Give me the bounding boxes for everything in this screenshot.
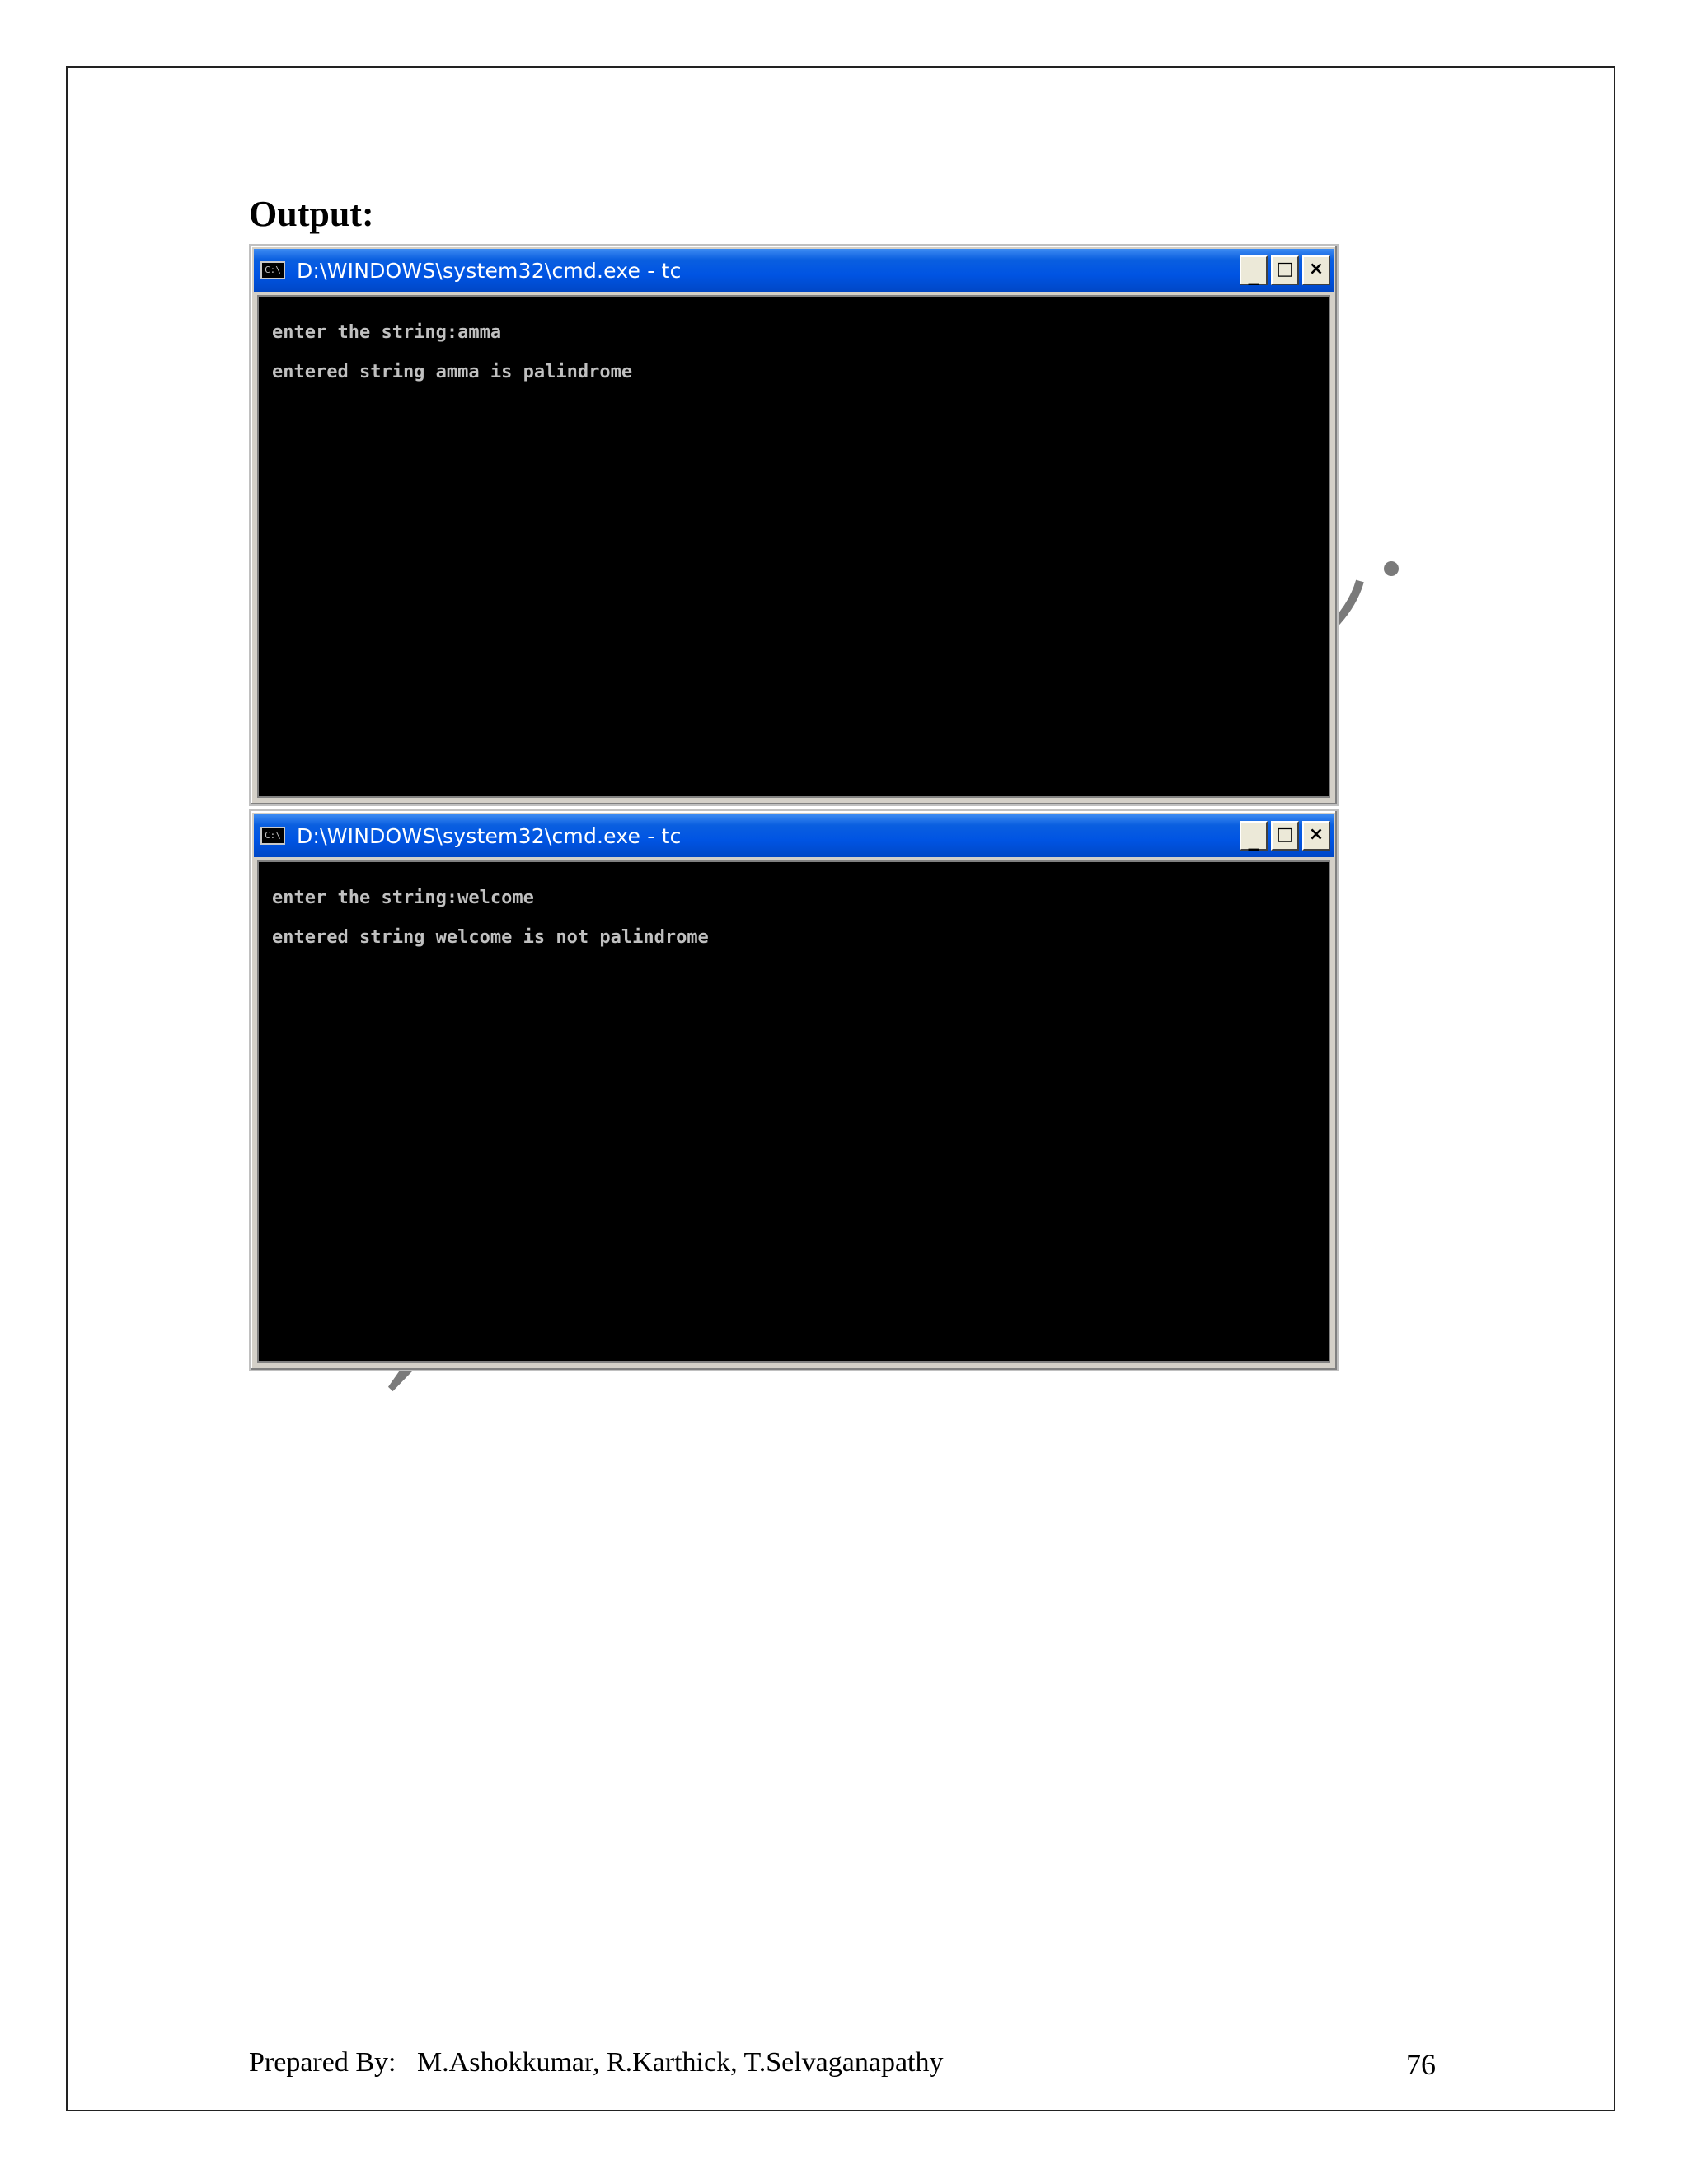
close-button[interactable]: × (1302, 821, 1330, 851)
minimize-button[interactable]: _ (1240, 821, 1268, 851)
page-number: 76 (1406, 2048, 1436, 2081)
console-output[interactable]: enter the string:amma entered string amm… (257, 295, 1330, 798)
close-button[interactable]: × (1302, 255, 1330, 285)
maximize-button[interactable]: □ (1271, 821, 1299, 851)
window-titlebar[interactable]: C:\ D:\WINDOWS\system32\cmd.exe - tc _ □… (254, 249, 1334, 292)
console-line: enter the string:amma (272, 322, 502, 343)
console-line: enter the string:welcome (272, 888, 534, 908)
cmd-window-1[interactable]: C:\ D:\WINDOWS\system32\cmd.exe - tc _ □… (249, 244, 1339, 806)
cmd-window-2[interactable]: C:\ D:\WINDOWS\system32\cmd.exe - tc _ □… (249, 809, 1339, 1371)
window-title: D:\WINDOWS\system32\cmd.exe - tc (297, 258, 682, 283)
window-controls: _ □ × (1240, 255, 1330, 286)
console-line: entered string welcome is not palindrome (272, 927, 709, 948)
window-titlebar[interactable]: C:\ D:\WINDOWS\system32\cmd.exe - tc _ □… (254, 814, 1334, 857)
window-controls: _ □ × (1240, 821, 1330, 851)
console-output[interactable]: enter the string:welcome entered string … (257, 860, 1330, 1363)
maximize-button[interactable]: □ (1271, 255, 1299, 285)
footer-credit: Prepared By: M.Ashokkumar, R.Karthick, T… (249, 2047, 944, 2078)
console-line: entered string amma is palindrome (272, 362, 633, 382)
output-heading: Output: (249, 194, 374, 234)
window-title: D:\WINDOWS\system32\cmd.exe - tc (297, 823, 682, 848)
console-window-icon[interactable]: C:\ (260, 261, 285, 279)
console-window-icon[interactable]: C:\ (260, 827, 285, 845)
minimize-button[interactable]: _ (1240, 255, 1268, 286)
